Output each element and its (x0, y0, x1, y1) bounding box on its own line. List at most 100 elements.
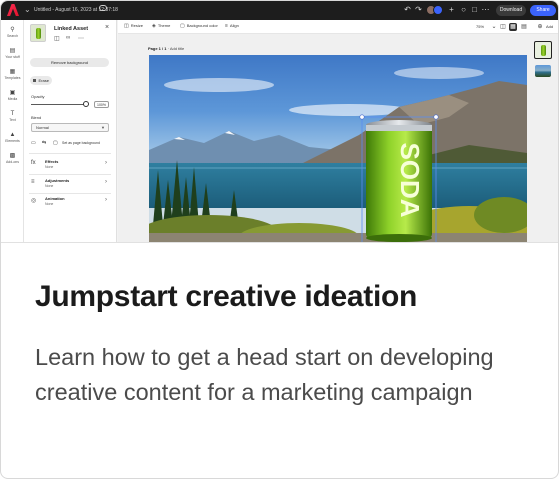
text-icon: T (10, 111, 15, 117)
adjustments-row[interactable]: ≡ Adjustments None › (29, 176, 111, 192)
rail-label: Text (9, 118, 16, 122)
effects-row[interactable]: fx Effects None › (29, 157, 111, 173)
elements-icon: ▲ (9, 132, 16, 138)
chevron-right-icon: › (105, 197, 107, 203)
effects-title: Effects (45, 159, 59, 164)
more-icon[interactable]: ⋯ (481, 5, 490, 14)
card-headline: Jumpstart creative ideation (35, 280, 418, 313)
adjustments-title: Adjustments (45, 178, 70, 183)
templates-icon: ▦ (9, 69, 16, 75)
link-icon[interactable]: ∞ (66, 35, 70, 41)
rail-item-templates[interactable]: ▦ Templates (1, 68, 24, 88)
more-icon[interactable]: ⋯ (78, 35, 84, 42)
pages-icon[interactable]: ▤ (520, 23, 528, 31)
rail-item-text[interactable]: T Text (1, 110, 24, 130)
rail-item-search[interactable]: ⚲ Search (1, 26, 24, 46)
rail-item-media[interactable]: ▣ Media (1, 89, 24, 109)
adobe-logo-icon[interactable] (7, 4, 19, 16)
rail-item-elements[interactable]: ▲ Elements (1, 131, 24, 151)
app-top-bar: ⌄ Untitled - August 16, 2023 at 12:37:18… (1, 1, 558, 20)
page-number: Page 1 / 1 (148, 46, 167, 51)
asset-thumbnail (30, 24, 46, 42)
landscape-illustration: SODA (149, 67, 527, 242)
theme-icon: ◈ (152, 23, 156, 29)
panel-title: Linked Asset (54, 26, 89, 32)
media-icon: ▣ (9, 90, 16, 96)
rail-label: Elements (5, 139, 20, 143)
align-icon: ≡ (225, 23, 228, 29)
canvas-toolbar: ◫ Resize ◈ Theme ▢ Background color ≡ Align … (118, 20, 558, 34)
blend-label: Blend (31, 115, 42, 120)
comment-icon[interactable]: □ (470, 5, 479, 14)
background-color-icon: ▢ (180, 23, 185, 29)
editor-screenshot: ⌄ Untitled - August 16, 2023 at 12:37:18… (1, 1, 558, 243)
undo-icon[interactable]: ↶ (403, 5, 412, 14)
rail-label: Templates (4, 76, 21, 80)
background-color-label: Background color (186, 23, 218, 28)
flip-icon[interactable]: ⇆ (42, 140, 46, 146)
animation-row[interactable]: ◎ Animation None › (29, 194, 111, 210)
promo-card[interactable]: ⌄ Untitled - August 16, 2023 at 12:37:18… (0, 0, 559, 479)
search-icon: ⚲ (10, 27, 15, 33)
folder-icon: ▤ (9, 48, 16, 54)
left-rail: ⚲ Search ▤ Your stuff ▦ Templates ▣ Medi… (1, 20, 24, 242)
page-thumbnail-1[interactable] (534, 41, 552, 59)
add-page-label[interactable]: Add (546, 24, 553, 29)
addons-icon: ▩ (9, 153, 16, 159)
share-button[interactable]: Share (530, 5, 556, 16)
replace-icon[interactable]: ◫ (54, 35, 60, 42)
effects-subtitle: None (45, 165, 54, 169)
resize-tool[interactable]: ◫ Resize (124, 23, 143, 29)
rail-label: Search (6, 34, 19, 38)
properties-panel: Linked Asset × ◫ ∞ ⋯ Remove background E… (24, 20, 117, 242)
rail-label: Media (7, 97, 18, 101)
canvas-area: ◫ Resize ◈ Theme ▢ Background color ≡ Align … (118, 20, 558, 242)
opacity-input[interactable]: 100% (94, 101, 109, 108)
rail-label: Add-ons (5, 160, 20, 164)
remove-background-button[interactable]: Remove background (30, 58, 109, 67)
avatar[interactable] (433, 5, 443, 15)
add-collaborator-icon[interactable]: + (447, 5, 456, 14)
card-description: Learn how to get a head start on develop… (35, 344, 494, 405)
set-page-background-button[interactable]: Set as page background (62, 141, 100, 145)
align-tool[interactable]: ≡ Align (225, 23, 239, 29)
divider (29, 174, 111, 175)
layer-icon[interactable]: ▭ (31, 140, 36, 146)
opacity-slider[interactable] (31, 104, 87, 105)
blend-mode-select[interactable]: Normal ▼ (31, 123, 109, 132)
rail-label: Your stuff (5, 55, 20, 59)
page-label[interactable]: Page 1 / 1 · Add title (148, 46, 184, 51)
can-label-text: SODA (395, 142, 425, 217)
resize-icon: ◫ (124, 23, 129, 29)
add-page-icon[interactable]: ⊕ (536, 23, 544, 31)
align-label: Align (229, 23, 239, 28)
page-thumbnail-2[interactable] (535, 65, 551, 77)
theme-label: Theme (157, 23, 171, 28)
lightbulb-icon[interactable]: ○ (459, 5, 468, 14)
background-icon[interactable]: ▢ (53, 140, 58, 146)
opacity-slider-handle[interactable] (83, 101, 89, 107)
divider (29, 153, 111, 154)
chevron-down-icon[interactable]: ⌄ (24, 5, 31, 14)
zoom-level[interactable]: 75% (476, 24, 484, 29)
opacity-label: Opacity (31, 94, 45, 99)
animation-subtitle: None (45, 202, 54, 206)
chevron-right-icon: › (105, 160, 107, 166)
close-icon[interactable]: × (105, 24, 109, 31)
add-title-hint: Add title (169, 46, 185, 51)
background-color-tool[interactable]: ▢ Background color (180, 23, 218, 29)
grid-view-icon[interactable]: ▦ (509, 23, 517, 31)
rail-item-your-stuff[interactable]: ▤ Your stuff (1, 47, 24, 67)
chevron-down-icon: ▼ (101, 125, 105, 130)
blend-mode-value: Normal (36, 125, 49, 130)
fit-icon[interactable]: ◫ (499, 23, 507, 31)
rail-item-addons[interactable]: ▩ Add-ons (1, 152, 24, 172)
theme-tool[interactable]: ◈ Theme (152, 23, 170, 29)
redo-icon[interactable]: ↷ (414, 5, 423, 14)
adjustments-subtitle: None (45, 184, 54, 188)
adjustments-icon: ≡ (31, 179, 35, 185)
erase-button[interactable]: Erase (30, 76, 52, 85)
canvas-image[interactable]: SODA (149, 55, 527, 242)
download-button[interactable]: Download (496, 5, 526, 16)
chevron-down-icon[interactable]: ⌄ (490, 23, 498, 31)
